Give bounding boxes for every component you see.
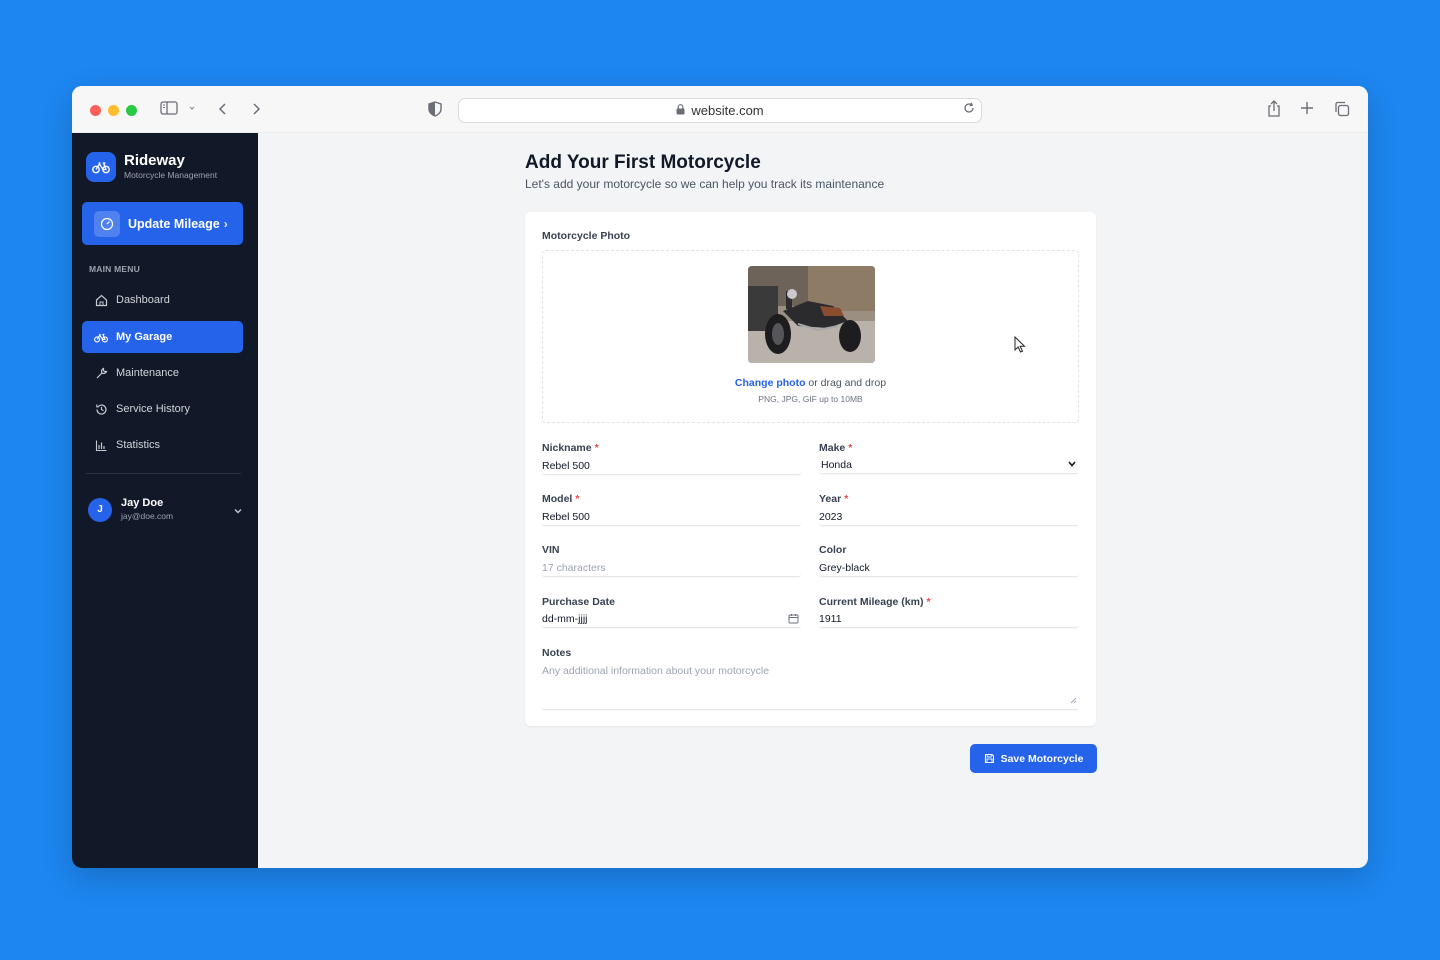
bicycle-icon	[94, 330, 108, 344]
save-icon	[984, 753, 995, 764]
nickname-label: Nickname *	[542, 442, 599, 454]
sidebar-divider	[86, 473, 241, 474]
purchase-date-field[interactable]: dd-mm-jjjj	[542, 610, 801, 628]
browser-window: website.com Rideway Motorcycle Managemen…	[72, 86, 1368, 868]
close-window-button[interactable]	[90, 105, 101, 116]
photo-label: Motorcycle Photo	[542, 230, 631, 242]
sidebar-item-label: My Garage	[116, 331, 173, 343]
user-email: jay@doe.com	[121, 511, 174, 521]
color-field[interactable]: Grey-black	[819, 559, 1079, 577]
maximize-window-button[interactable]	[126, 105, 137, 116]
share-icon[interactable]	[1267, 100, 1281, 117]
lock-icon	[676, 103, 685, 118]
notes-textarea[interactable]: Any additional information about your mo…	[542, 662, 1079, 710]
bicycle-icon	[86, 152, 116, 182]
forward-icon[interactable]	[249, 101, 263, 117]
bar-chart-icon	[94, 438, 108, 452]
sidebar: Rideway Motorcycle Management Update Mil…	[72, 133, 258, 868]
avatar: J	[88, 497, 112, 522]
mileage-field[interactable]: 1911	[819, 610, 1079, 628]
update-mileage-button[interactable]: Update Mileage ›	[82, 202, 243, 245]
brand[interactable]: Rideway Motorcycle Management	[86, 152, 217, 182]
save-motorcycle-label: Save Motorcycle	[1000, 752, 1084, 765]
make-select[interactable]: Honda	[819, 456, 1079, 474]
speedometer-icon	[94, 210, 120, 237]
chevron-down-icon	[1067, 459, 1077, 472]
page-title: Add Your First Motorcycle	[525, 152, 761, 173]
sidebar-item-label: Maintenance	[116, 367, 179, 379]
vin-field[interactable]: 17 characters	[542, 559, 801, 577]
sidebar-item-dashboard[interactable]: Dashboard	[82, 284, 243, 316]
resize-handle-icon[interactable]	[1070, 695, 1077, 707]
new-tab-icon[interactable]	[1300, 101, 1314, 115]
update-mileage-label: Update Mileage	[128, 216, 220, 231]
menu-title: MAIN MENU	[89, 264, 140, 274]
purchase-date-value: dd-mm-jjjj	[542, 612, 588, 625]
brand-subtitle: Motorcycle Management	[124, 170, 218, 180]
sidebar-item-service-history[interactable]: Service History	[82, 393, 243, 425]
shield-icon[interactable]	[428, 101, 442, 117]
sidebar-item-label: Dashboard	[116, 294, 170, 306]
calendar-icon[interactable]	[788, 613, 799, 627]
change-photo-link[interactable]: Change photo	[735, 377, 806, 389]
motorcycle-form: Motorcycle Photo Change photo or drag an…	[525, 212, 1096, 726]
reload-icon[interactable]	[963, 102, 975, 117]
save-motorcycle-button[interactable]: Save Motorcycle	[970, 744, 1097, 773]
make-label: Make *	[819, 442, 853, 454]
mouse-cursor-icon	[1014, 335, 1026, 358]
home-icon	[94, 293, 108, 307]
tabs-overview-icon[interactable]	[1334, 101, 1350, 117]
page-subtitle: Let's add your motorcycle so we can help…	[525, 177, 885, 191]
upload-instructions: Change photo or drag and drop	[543, 377, 1078, 389]
sidebar-item-statistics[interactable]: Statistics	[82, 429, 243, 461]
user-menu[interactable]: J Jay Doe jay@doe.com	[88, 497, 243, 522]
sidebar-toggle-icon[interactable]	[160, 101, 178, 115]
upload-hint: PNG, JPG, GIF up to 10MB	[758, 394, 863, 404]
sidebar-item-maintenance[interactable]: Maintenance	[82, 357, 243, 389]
url-text: website.com	[691, 103, 764, 118]
mileage-label: Current Mileage (km) *	[819, 596, 931, 608]
photo-dropzone[interactable]: Change photo or drag and drop PNG, JPG, …	[542, 250, 1079, 423]
drag-drop-text: or drag and drop	[805, 377, 887, 389]
chevron-down-icon[interactable]	[188, 104, 196, 112]
history-icon	[94, 402, 108, 416]
back-icon[interactable]	[216, 101, 230, 117]
notes-placeholder: Any additional information about your mo…	[542, 665, 770, 677]
vin-label: VIN	[542, 544, 560, 556]
year-label: Year *	[819, 493, 849, 505]
color-label: Color	[819, 544, 847, 556]
purchase-date-label: Purchase Date	[542, 596, 615, 608]
year-field[interactable]: 2023	[819, 508, 1079, 526]
chevron-down-icon[interactable]	[233, 503, 243, 521]
sidebar-item-my-garage[interactable]: My Garage	[82, 321, 243, 353]
wrench-icon	[94, 366, 108, 380]
notes-label: Notes	[542, 647, 572, 659]
address-bar[interactable]: website.com	[458, 98, 982, 123]
browser-toolbar: website.com	[72, 86, 1368, 133]
user-name: Jay Doe	[121, 497, 164, 509]
model-field[interactable]: Rebel 500	[542, 508, 801, 526]
make-selected-value: Honda	[821, 458, 852, 471]
nickname-field[interactable]: Rebel 500	[542, 457, 801, 475]
brand-name: Rideway	[124, 152, 185, 169]
chevron-right-icon: ›	[223, 216, 228, 231]
model-label: Model *	[542, 493, 580, 505]
motorcycle-photo	[748, 266, 875, 363]
minimize-window-button[interactable]	[108, 105, 119, 116]
sidebar-item-label: Statistics	[116, 439, 161, 451]
sidebar-item-label: Service History	[116, 403, 190, 415]
